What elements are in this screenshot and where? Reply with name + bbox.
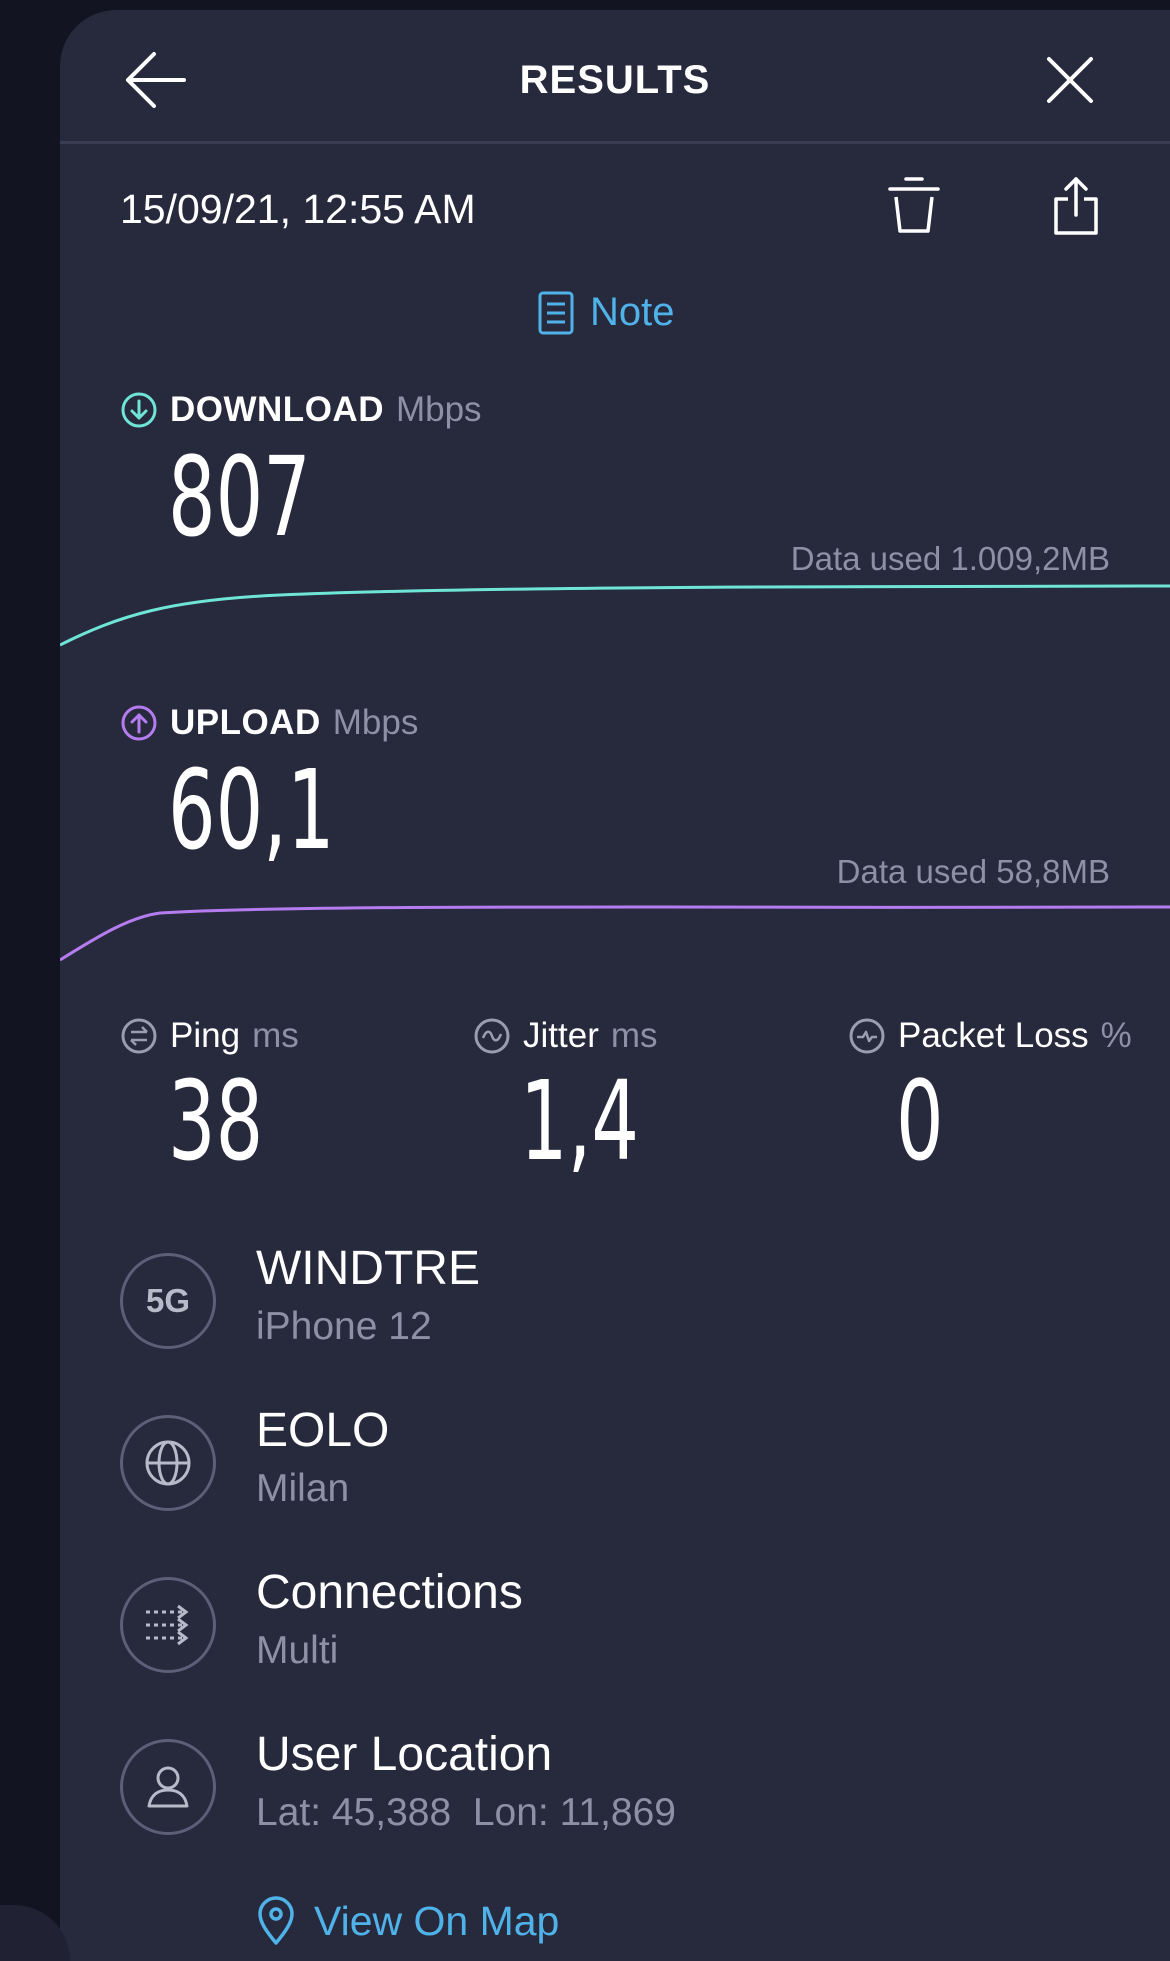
download-label: DOWNLOAD (170, 390, 384, 429)
jitter-unit: ms (610, 1016, 658, 1055)
test-datetime: 15/09/21, 12:55 AM (120, 186, 476, 232)
connections-title: Connections (256, 1566, 523, 1619)
connections-mode: Multi (256, 1629, 339, 1672)
packet-loss-header: Packet Loss % (848, 1016, 1132, 1056)
jitter-header: Jitter ms (473, 1016, 658, 1056)
share-icon (1054, 177, 1098, 235)
device-name: iPhone 12 (256, 1305, 432, 1348)
connections-badge (120, 1577, 216, 1673)
download-value: 807 (168, 433, 311, 561)
server-location: Milan (256, 1467, 350, 1510)
connections-icon (146, 1604, 189, 1646)
top-bar: RESULTS (60, 10, 1170, 144)
globe-icon (145, 1440, 191, 1486)
packet-loss-label: Packet Loss (898, 1016, 1089, 1055)
user-coordinates: Lat: 45,388 Lon: 11,869 (256, 1791, 676, 1834)
server-row[interactable]: EOLO Milan (120, 1404, 1120, 1515)
results-sheet: RESULTS 15/09/21, 12:55 AM Note DOWNLOAD… (60, 10, 1170, 1961)
trash-icon (888, 177, 940, 233)
ping-unit: ms (252, 1016, 299, 1055)
map-pin-icon (258, 1896, 294, 1945)
network-row: 5G WINDTRE iPhone 12 (120, 1242, 1120, 1353)
user-icon (147, 1766, 189, 1808)
network-5g-badge: 5G (120, 1253, 216, 1349)
user-badge (120, 1739, 216, 1835)
ping-value: 38 (168, 1057, 264, 1185)
download-unit: Mbps (395, 390, 482, 429)
ping-icon (121, 1018, 157, 1054)
upload-unit: Mbps (332, 703, 419, 742)
jitter-label: Jitter (523, 1016, 599, 1055)
view-on-map-link[interactable]: View On Map (256, 1896, 559, 1946)
user-location-title: User Location (256, 1728, 553, 1781)
server-name: EOLO (256, 1404, 390, 1457)
close-icon (1047, 57, 1093, 103)
connections-row: Connections Multi (120, 1566, 1120, 1677)
packet-loss-unit: % (1100, 1016, 1132, 1055)
ping-header: Ping ms (120, 1016, 299, 1056)
close-button[interactable] (1040, 50, 1100, 110)
page-title: RESULTS (519, 58, 711, 102)
download-header: DOWNLOAD Mbps (120, 390, 482, 430)
carrier-name: WINDTRE (256, 1242, 480, 1295)
note-label: Note (590, 290, 675, 334)
upload-header: UPLOAD Mbps (120, 703, 418, 743)
user-location-row: User Location Lat: 45,388 Lon: 11,869 (120, 1728, 1120, 1839)
upload-speed-graph (60, 905, 1170, 962)
ping-label: Ping (170, 1016, 241, 1055)
download-icon (121, 392, 157, 428)
packet-loss-value: 0 (896, 1057, 944, 1185)
upload-value: 60,1 (168, 746, 335, 874)
jitter-value: 1,4 (520, 1057, 639, 1185)
jitter-icon (474, 1018, 510, 1054)
packet-loss-icon (849, 1018, 885, 1054)
view-on-map-label: View On Map (314, 1897, 560, 1944)
delete-button[interactable] (884, 170, 944, 240)
note-icon (538, 291, 574, 334)
share-button[interactable] (1046, 170, 1106, 242)
server-badge (120, 1415, 216, 1511)
download-speed-graph (60, 584, 1170, 647)
upload-icon (121, 705, 157, 741)
note-button[interactable]: Note (538, 290, 675, 335)
upload-label: UPLOAD (170, 703, 321, 742)
